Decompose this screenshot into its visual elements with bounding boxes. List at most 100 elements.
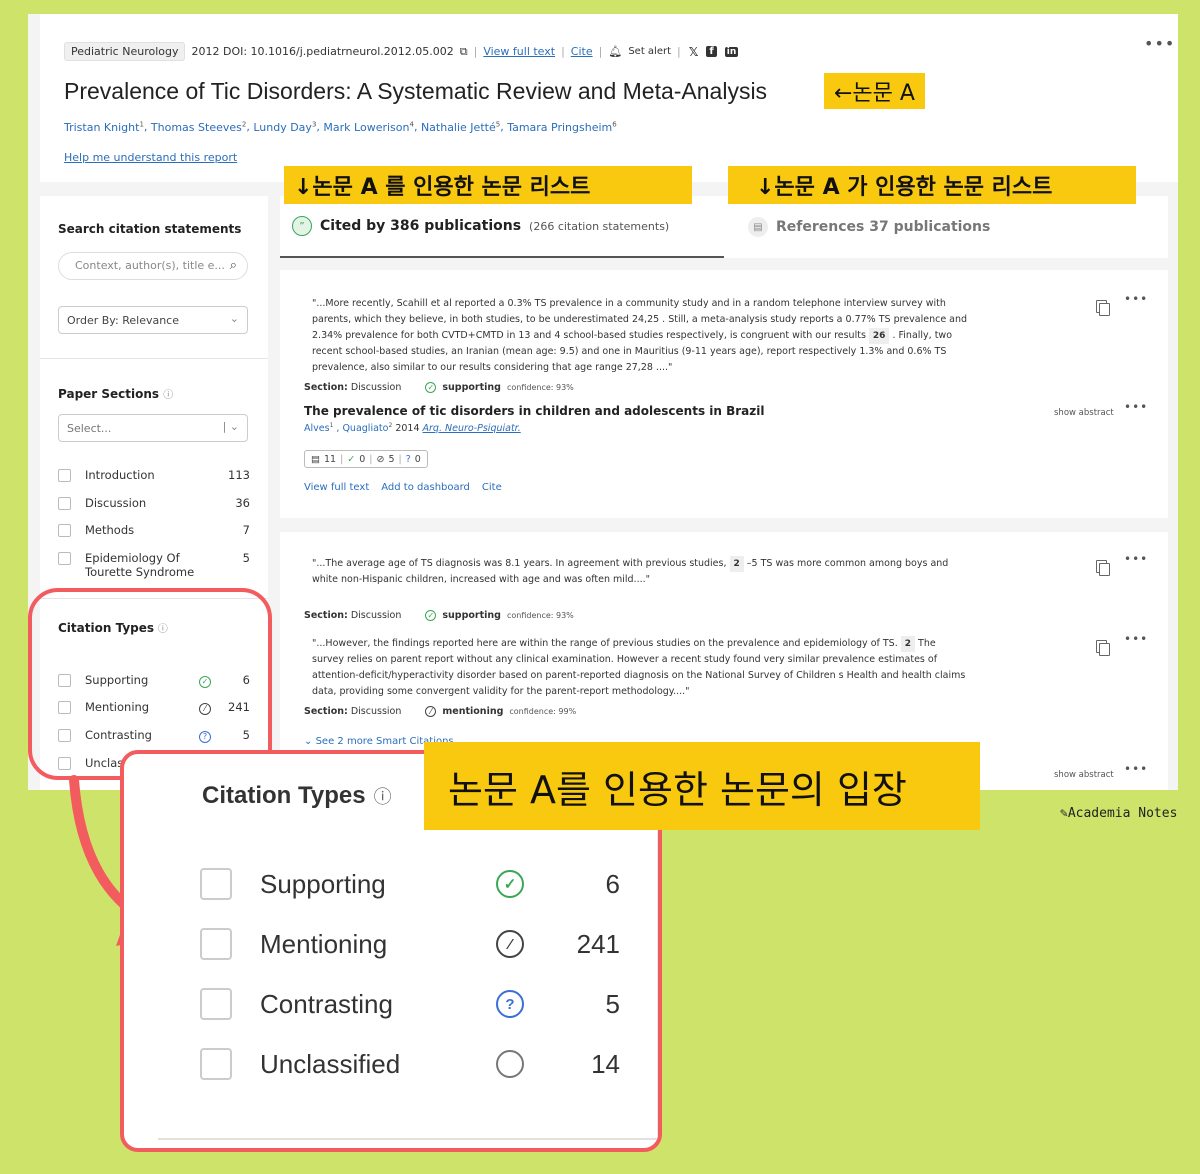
copy-icon[interactable]	[1096, 560, 1110, 576]
section-filter-methods[interactable]: Methods 7	[58, 523, 250, 537]
cite-link[interactable]: Cite	[571, 45, 593, 58]
card-actions: View full text Add to dashboard Cite	[304, 482, 502, 493]
author-link[interactable]: Alves1	[304, 422, 333, 434]
zoom-type-unclassified[interactable]: Unclassified 14	[200, 1048, 620, 1080]
section-filter-discussion[interactable]: Discussion 36	[58, 496, 250, 510]
show-abstract-link[interactable]: show abstract	[1054, 770, 1114, 780]
copy-doi-icon[interactable]: ⧉	[460, 45, 468, 59]
copy-icon[interactable]	[1096, 640, 1110, 656]
section-filter-introduction[interactable]: Introduction 113	[58, 468, 250, 482]
order-by-select[interactable]: Order By: Relevance ⌄	[58, 306, 248, 334]
tab-references-label: References 37 publications	[776, 219, 991, 235]
checkbox[interactable]	[58, 524, 71, 537]
twitter-icon[interactable]: 𝕏	[689, 45, 699, 59]
show-abstract-link[interactable]: show abstract	[1054, 408, 1114, 418]
citing-paper-title[interactable]: The prevalence of tic disorders in child…	[304, 404, 764, 418]
more-options-icon[interactable]: •••	[1124, 552, 1148, 566]
checkbox[interactable]	[200, 868, 232, 900]
author-link[interactable]: Thomas Steeves2	[151, 120, 246, 134]
separator: |	[598, 45, 603, 58]
help-link[interactable]: Help me understand this report	[64, 151, 237, 164]
order-by-value: Order By: Relevance	[67, 314, 179, 327]
author-link[interactable]: Lundy Day3	[253, 120, 316, 134]
journal-line: Pediatric Neurology 2012 DOI: 10.1016/j.…	[64, 42, 739, 61]
statement-meta: Section: Discussion ✓ supporting confide…	[304, 610, 574, 621]
view-full-text-link[interactable]: View full text	[304, 482, 369, 493]
journal-chip[interactable]: Pediatric Neurology	[64, 42, 186, 61]
author-link[interactable]: Tristan Knight1	[64, 120, 144, 134]
copy-icon[interactable]	[1096, 300, 1110, 316]
separator: |	[561, 45, 565, 58]
linkedin-icon[interactable]: in	[724, 46, 739, 57]
zoom-type-mentioning[interactable]: Mentioning ⁄ 241	[200, 928, 620, 960]
contrasting-icon: ?	[405, 453, 411, 465]
tabs: ” Cited by 386 publications (266 citatio…	[280, 196, 1168, 258]
more-options-icon[interactable]: •••	[1144, 34, 1175, 53]
unclassified-icon	[480, 1050, 540, 1078]
supporting-icon: ✓	[480, 870, 540, 898]
citation-counts[interactable]: ▤ 11 | ✓ 0 | ⊘ 5 | ? 0	[304, 450, 428, 468]
checkbox[interactable]	[200, 928, 232, 960]
chevron-down-icon: | ⌄	[222, 420, 239, 433]
bell-icon[interactable]: 🔔︎	[608, 45, 622, 58]
checkbox[interactable]	[200, 1048, 232, 1080]
divider	[40, 358, 268, 359]
search-icon[interactable]: ⌕	[230, 258, 237, 273]
tab-cited-by-sub: (266 citation statements)	[529, 219, 670, 233]
cite-link[interactable]: Cite	[482, 482, 502, 493]
search-placeholder: Context, author(s), title e...	[75, 259, 225, 272]
tab-cited-by[interactable]: ” Cited by 386 publications (266 citatio…	[280, 196, 724, 258]
venue-link[interactable]: Arq. Neuro-Psiquiatr.	[423, 423, 521, 434]
tab-cited-by-label: Cited by 386 publications	[320, 218, 522, 234]
info-icon[interactable]: ⓘ	[163, 390, 173, 401]
stance-label: mentioning	[442, 706, 504, 717]
zoom-type-contrasting[interactable]: Contrasting ? 5	[200, 988, 620, 1020]
year-doi: 2012 DOI: 10.1016/j.pediatrneurol.2012.0…	[191, 45, 454, 58]
author-link[interactable]: Tamara Pringsheim6	[507, 120, 617, 134]
citation-card: "...More recently, Scahill et al reporte…	[280, 270, 1168, 518]
search-input[interactable]: Context, author(s), title e... ⌕	[58, 252, 248, 280]
mentioning-icon: ⁄	[480, 930, 540, 958]
citing-paper-authors: Alves1 , Quagliato2 2014 Arq. Neuro-Psiq…	[304, 422, 521, 435]
facebook-icon[interactable]: f	[706, 46, 717, 57]
author-link[interactable]: Quagliato2	[342, 422, 392, 434]
add-to-dashboard-link[interactable]: Add to dashboard	[381, 482, 470, 493]
mentioning-icon: ⊘	[376, 453, 385, 465]
annotation-paper-a: ←논문 A	[824, 73, 925, 109]
citation-statement: "...More recently, Scahill et al reporte…	[312, 298, 968, 373]
checkbox[interactable]	[200, 988, 232, 1020]
stance-label: supporting	[442, 382, 501, 393]
supporting-icon: ✓	[425, 382, 437, 393]
more-options-icon[interactable]: •••	[1124, 400, 1148, 414]
checkbox[interactable]	[58, 552, 71, 565]
chevron-down-icon: ⌄	[304, 736, 313, 747]
stance-label: supporting	[442, 610, 501, 621]
zoom-title: Citation Types ⓘ	[202, 782, 392, 809]
citation-statement: "...However, the findings reported here …	[312, 636, 966, 697]
author-link[interactable]: Nathalie Jetté5	[421, 120, 500, 134]
more-options-icon[interactable]: •••	[1124, 292, 1148, 306]
paper-header: Pediatric Neurology 2012 DOI: 10.1016/j.…	[40, 14, 1178, 182]
mentioning-icon: ⁄	[425, 706, 437, 717]
tab-references[interactable]: ▤ References 37 publications	[736, 196, 1168, 258]
separator: |	[677, 45, 681, 58]
more-options-icon[interactable]: •••	[1124, 632, 1148, 646]
book-icon: ✎	[1060, 806, 1068, 821]
view-full-text-link[interactable]: View full text	[483, 45, 555, 58]
more-options-icon[interactable]: •••	[1124, 762, 1148, 776]
zoom-type-supporting[interactable]: Supporting ✓ 6	[200, 868, 620, 900]
sections-select[interactable]: Select... | ⌄	[58, 414, 248, 442]
annotation-stance: 논문 A를 인용한 논문의 입장	[424, 742, 980, 830]
checkbox[interactable]	[58, 497, 71, 510]
author-link[interactable]: Mark Lowerison4	[323, 120, 414, 134]
section-filter-epidemiology[interactable]: Epidemiology Of Tourette Syndrome 5	[58, 551, 250, 579]
set-alert-button[interactable]: Set alert	[628, 46, 671, 57]
supporting-icon: ✓	[425, 610, 437, 621]
statement-meta: Section: Discussion ✓ supporting confide…	[304, 382, 574, 393]
statement-meta: Section: Discussion ⁄ mentioning confide…	[304, 706, 577, 717]
separator: |	[473, 45, 478, 58]
info-icon[interactable]: ⓘ	[374, 783, 392, 809]
contrasting-icon: ?	[480, 990, 540, 1018]
checkbox[interactable]	[58, 469, 71, 482]
author-list: Tristan Knight1, Thomas Steeves2, Lundy …	[64, 120, 617, 134]
